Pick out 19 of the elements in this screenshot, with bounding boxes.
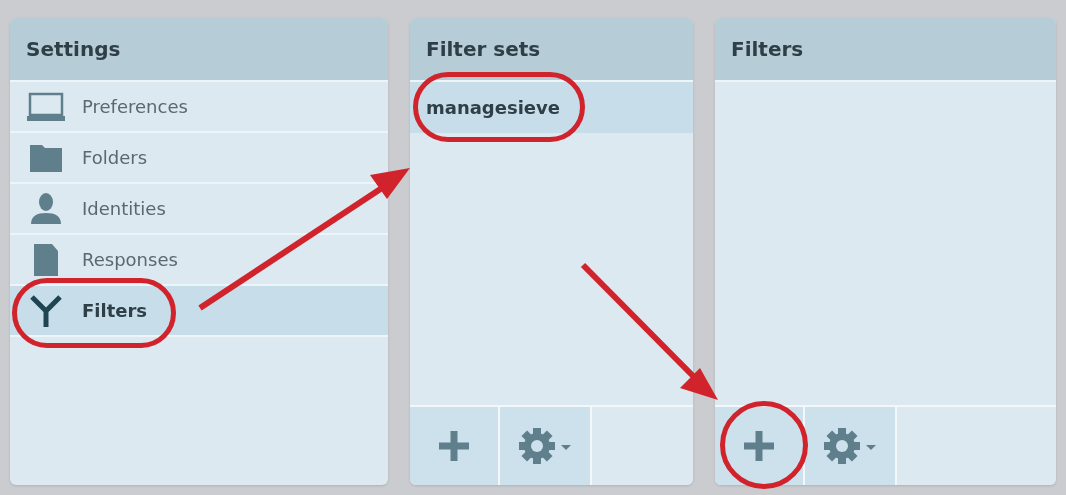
document-icon — [32, 242, 60, 277]
person-icon — [29, 192, 63, 225]
filter-icon — [29, 293, 63, 328]
gear-icon — [517, 426, 573, 466]
plus-icon — [742, 429, 776, 463]
folder-icon — [29, 143, 63, 172]
add-button[interactable] — [410, 407, 500, 485]
laptop-icon — [26, 91, 66, 122]
filter-set-item[interactable]: managesieve — [410, 82, 693, 133]
panel-title: Filters — [731, 36, 804, 63]
panel-title: Filter sets — [426, 36, 541, 63]
add-button[interactable] — [715, 407, 805, 485]
plus-icon — [437, 429, 471, 463]
settings-item[interactable]: Filters — [10, 286, 388, 337]
settings-item[interactable]: Preferences — [10, 82, 388, 133]
settings-menu-button[interactable] — [805, 407, 897, 485]
gear-icon — [822, 426, 878, 466]
settings-menu-button[interactable] — [500, 407, 592, 485]
panel-title: Settings — [26, 36, 121, 63]
